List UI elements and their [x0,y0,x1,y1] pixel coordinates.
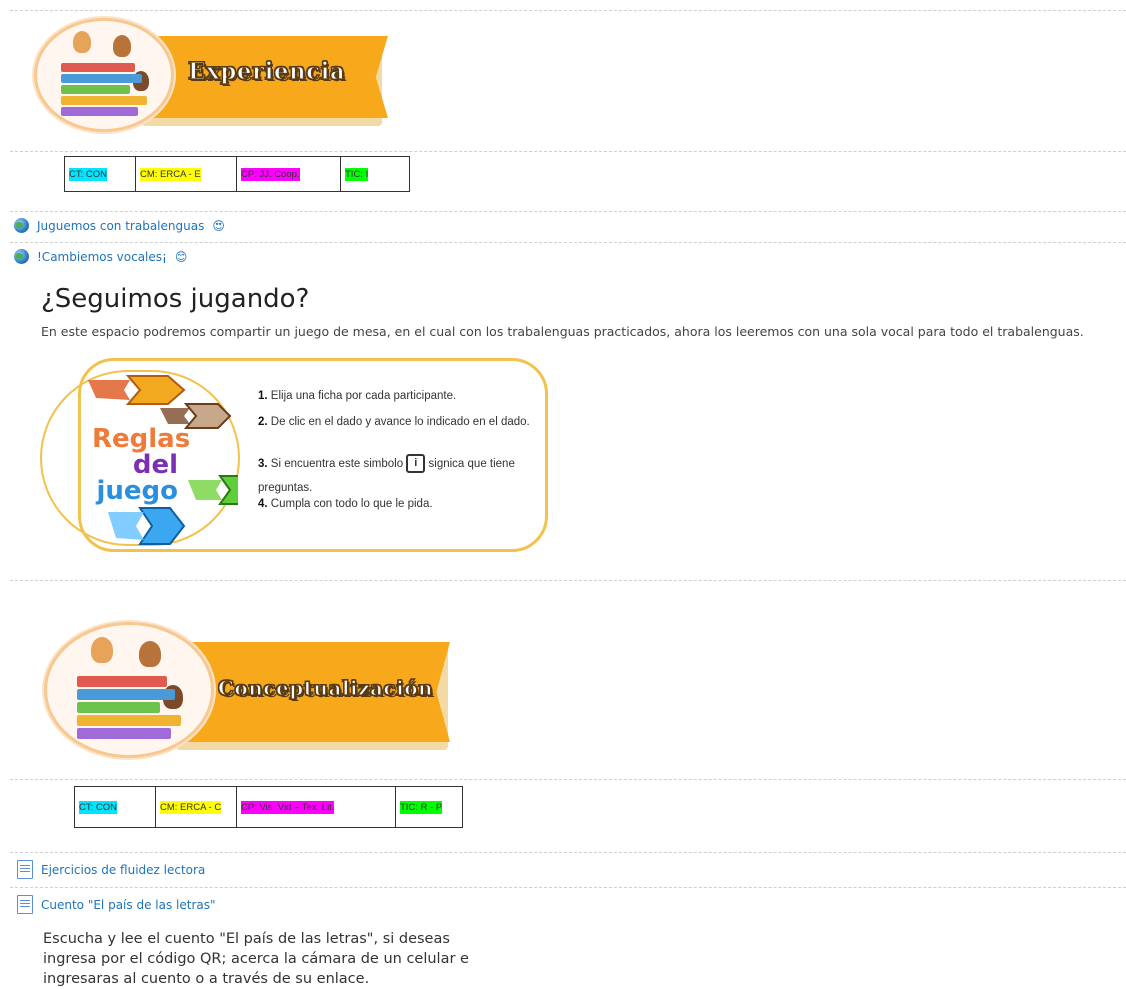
activity-label[interactable]: Juguemos con trabalenguas [37,219,204,233]
competency-cell: CT: CON [64,156,136,192]
banner-title: Experiencia [187,57,346,85]
competency-tag: CT: CON [69,167,107,181]
page-icon [17,895,33,914]
rule-item: 1. Elija una ficha por cada participante… [258,389,538,403]
activity-label[interactable]: Ejercicios de fluidez lectora [41,863,205,877]
competency-tag: CP: JJ. Coop. [241,167,300,181]
rule-text: Si encuentra este simbolo [270,458,404,470]
rules-title-line: del [132,450,178,480]
divider [10,852,1126,853]
rule-text: Elija una ficha por cada participante. [270,390,457,402]
rule-number: 4. [258,498,268,510]
banner-title: Conceptualización [217,675,434,700]
competency-tag: CT: CON [79,800,117,814]
competency-tag: CM: ERCA - C [160,800,222,814]
competency-cell: CM: ERCA - E [135,156,237,192]
competency-tag: TIC: R - P [400,800,443,814]
globe-icon [14,218,29,233]
conceptualizacion-banner: Conceptualización [44,622,454,762]
rules-title: Reglas del juego [92,424,191,506]
section-description: En este espacio podremos compartir un ju… [41,324,1084,339]
competency-cell: CT: CON [74,786,156,828]
activity-link-trabalenguas[interactable]: Juguemos con trabalenguas 😍 [14,218,225,233]
activity-link-cuento[interactable]: Cuento "El país de las letras" [17,895,216,914]
children-reading-illustration [34,18,174,132]
divider [10,779,1126,780]
section-title: ¿Seguimos jugando? [41,284,310,314]
divider [10,211,1126,212]
competency-tag: CP: Vis. Vid – Tex. Lit. [241,800,335,814]
divider [10,10,1126,11]
competency-tag: TIC: I [345,167,369,181]
activity-link-cambiemos-vocales[interactable]: !Cambiemos vocales¡ 😊 [14,249,187,264]
competency-cell: CP: Vis. Vid – Tex. Lit. [236,786,396,828]
rule-text: Cumpla con todo lo que le pida. [270,498,433,510]
experiencia-banner: Experiencia [34,18,394,136]
competency-cell: TIC: R - P [395,786,463,828]
competency-cell: CP: JJ. Coop. [236,156,341,192]
rules-title-line: juego [96,476,178,506]
globe-icon [14,249,29,264]
divider [10,151,1126,152]
game-rules-image: Reglas del juego 1. Elija una ficha por … [38,356,548,566]
smile-icon: 😊 [174,249,188,264]
activity-label[interactable]: Cuento "El país de las letras" [41,898,216,912]
activity-label[interactable]: !Cambiemos vocales¡ [37,250,167,264]
competency-cell: TIC: I [340,156,410,192]
smile-heart-eyes-icon: 😍 [212,218,225,233]
competency-cell: CM: ERCA - C [155,786,237,828]
rule-item: 4. Cumpla con todo lo que le pida. [258,497,538,511]
rule-item: 2. De clic en el dado y avance lo indica… [258,415,538,429]
competency-tag: CM: ERCA - E [140,167,201,181]
rule-item: 3. Si encuentra este simbolo i signica q… [258,452,538,500]
divider [10,887,1126,888]
children-reading-illustration [44,622,214,758]
divider [10,580,1126,581]
story-description: Escucha y lee el cuento "El país de las … [43,931,469,987]
activity-link-fluidez[interactable]: Ejercicios de fluidez lectora [17,860,205,879]
divider [10,242,1126,243]
rules-title-line: Reglas [92,424,191,454]
competencies-table: CT: CON CM: ERCA - E CP: JJ. Coop. TIC: … [64,156,410,192]
rule-number: 1. [258,390,268,402]
rule-number: 3. [258,458,268,470]
page-icon [17,860,33,879]
rule-text: De clic en el dado y avance lo indicado … [270,416,530,428]
info-icon: i [406,454,426,474]
competencies-table: CT: CON CM: ERCA - C CP: Vis. Vid – Tex.… [74,786,463,828]
rule-number: 2. [258,416,268,428]
